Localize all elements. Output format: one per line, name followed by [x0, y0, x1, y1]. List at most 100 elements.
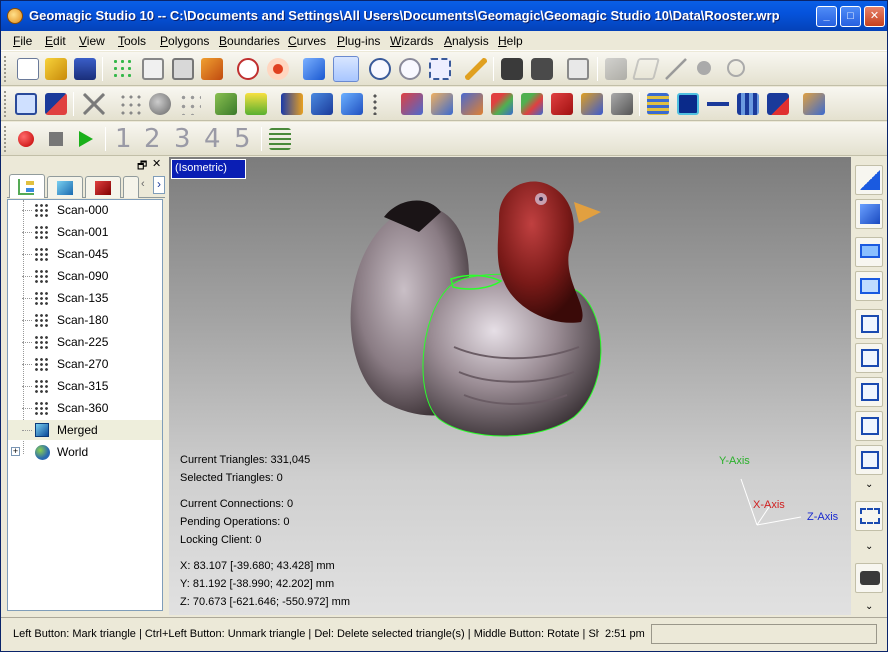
point-object-icon[interactable]	[112, 58, 134, 80]
view-iso-5-button[interactable]	[855, 445, 883, 475]
tab-display[interactable]	[47, 176, 83, 198]
shell-tool-icon[interactable]	[311, 93, 333, 115]
paint-tool-icon[interactable]	[401, 93, 423, 115]
tree-item-scan-045[interactable]: Scan-045	[8, 244, 162, 264]
toolbar-grip[interactable]	[4, 126, 8, 152]
maximize-button[interactable]: □	[840, 6, 861, 27]
macro-2-button[interactable]: 2	[144, 124, 161, 154]
view-solid-button[interactable]	[855, 199, 883, 229]
view-layer-button[interactable]	[855, 237, 883, 267]
selection-mode-icon[interactable]	[333, 56, 359, 82]
tree-item-scan-001[interactable]: Scan-001	[8, 222, 162, 242]
noise-tool-icon[interactable]	[707, 93, 729, 115]
tree-item-scan-090[interactable]: Scan-090	[8, 266, 162, 286]
save-icon[interactable]	[74, 58, 96, 80]
sample-tool-icon[interactable]	[215, 93, 237, 115]
view-iso-3-button[interactable]	[855, 377, 883, 407]
selection-tool-button[interactable]	[855, 501, 883, 531]
dotted-tool-icon[interactable]	[371, 93, 379, 115]
tab-materials[interactable]	[85, 176, 121, 198]
brush-tool-icon[interactable]	[611, 93, 633, 115]
tree-item-scan-225[interactable]: Scan-225	[8, 332, 162, 352]
tree-item-world[interactable]: + World	[8, 442, 162, 462]
close-button[interactable]: ✕	[864, 6, 885, 27]
menu-polygons[interactable]: Polygons	[160, 34, 209, 48]
rotate-center-icon[interactable]	[237, 58, 259, 80]
minimize-button[interactable]: _	[816, 6, 837, 27]
menu-help[interactable]: Help	[498, 34, 523, 48]
macro-3-button[interactable]: 3	[174, 124, 191, 154]
menu-plug-ins[interactable]: Plug-ins	[337, 34, 380, 48]
macro-5-button[interactable]: 5	[234, 124, 251, 154]
menu-wizards[interactable]: Wizards	[390, 34, 433, 48]
open-file-icon[interactable]	[45, 58, 67, 80]
fill-holes-icon[interactable]	[281, 93, 303, 115]
tree-item-scan-180[interactable]: Scan-180	[8, 310, 162, 330]
pencil-icon[interactable]	[465, 58, 487, 80]
cube-red-tool-icon[interactable]	[551, 93, 573, 115]
wave-tool-icon[interactable]	[737, 93, 759, 115]
target-icon[interactable]	[267, 58, 289, 80]
box-select-icon[interactable]	[15, 93, 37, 115]
menu-edit[interactable]: Edit	[45, 34, 66, 48]
menu-curves[interactable]: Curves	[288, 34, 326, 48]
solid-object-icon[interactable]	[172, 58, 194, 80]
spike-tool-icon[interactable]	[767, 93, 789, 115]
rooster-model[interactable]	[169, 157, 851, 615]
stack-tool-icon[interactable]	[647, 93, 669, 115]
record-icon[interactable]	[18, 131, 34, 147]
camera-save-icon[interactable]	[531, 58, 553, 80]
panel-close-icon[interactable]: ✕	[152, 157, 161, 170]
export-icon[interactable]	[567, 58, 589, 80]
menu-file[interactable]: File	[13, 34, 32, 48]
triangle-tool-icon[interactable]	[491, 93, 513, 115]
tree-item-merged[interactable]: Merged	[8, 420, 162, 440]
tab-model-manager[interactable]	[9, 174, 45, 198]
tree-item-scan-315[interactable]: Scan-315	[8, 376, 162, 396]
tree-item-scan-270[interactable]: Scan-270	[8, 354, 162, 374]
relax-tool-icon[interactable]	[431, 93, 453, 115]
menu-view[interactable]: View	[79, 34, 105, 48]
sphere-tool-icon[interactable]	[149, 93, 171, 115]
box-color-tool-icon[interactable]	[803, 93, 825, 115]
view-layer-stack-button[interactable]	[855, 271, 883, 301]
delete-x-icon[interactable]	[83, 93, 105, 115]
tree-expand-toggle[interactable]: +	[11, 447, 20, 456]
title-bar[interactable]: Geomagic Studio 10 -- C:\Documents and S…	[1, 1, 887, 31]
sandpaper-tool-icon[interactable]	[461, 93, 483, 115]
grid-tool-icon[interactable]	[677, 93, 699, 115]
points-spread-icon[interactable]	[179, 93, 201, 115]
toolbar-grip[interactable]	[4, 91, 8, 117]
layers-tool-icon[interactable]	[245, 93, 267, 115]
macro-1-button[interactable]: 1	[115, 124, 132, 154]
tabs-prev-arrow[interactable]: ‹	[141, 178, 151, 194]
chevron-down-icon[interactable]: ⌄	[865, 479, 873, 490]
menu-boundaries[interactable]: Boundaries	[219, 34, 280, 48]
3d-viewport[interactable]: (Isometric) Current Triangles: 331,045 S…	[169, 157, 851, 615]
camera-icon[interactable]	[501, 58, 523, 80]
menu-analysis[interactable]: Analysis	[444, 34, 489, 48]
macro-4-button[interactable]: 4	[204, 124, 221, 154]
tree-item-scan-135[interactable]: Scan-135	[8, 288, 162, 308]
lasso-select-icon[interactable]	[45, 93, 67, 115]
macro-list-icon[interactable]	[269, 128, 291, 150]
mesh-tool-icon[interactable]	[521, 93, 543, 115]
solid-tool-icon[interactable]	[341, 93, 363, 115]
screenshot-button[interactable]	[855, 563, 883, 593]
zoom-fit-icon[interactable]	[429, 58, 451, 80]
app-icon[interactable]	[7, 8, 23, 24]
new-file-icon[interactable]	[17, 58, 39, 80]
zoom-out-icon[interactable]	[399, 58, 421, 80]
view-iso-1-button[interactable]	[855, 309, 883, 339]
tree-item-scan-360[interactable]: Scan-360	[8, 398, 162, 418]
tree-item-scan-000[interactable]: Scan-000	[8, 200, 162, 220]
stop-icon[interactable]	[49, 132, 63, 146]
wireframe-object-icon[interactable]	[142, 58, 164, 80]
cube-view-icon[interactable]	[303, 58, 325, 80]
object-group-icon[interactable]	[201, 58, 223, 80]
tabs-next-arrow[interactable]: ›	[153, 176, 165, 194]
zoom-in-icon[interactable]	[369, 58, 391, 80]
view-front-button[interactable]	[855, 165, 883, 195]
clean-tool-icon[interactable]	[581, 93, 603, 115]
view-iso-2-button[interactable]	[855, 343, 883, 373]
